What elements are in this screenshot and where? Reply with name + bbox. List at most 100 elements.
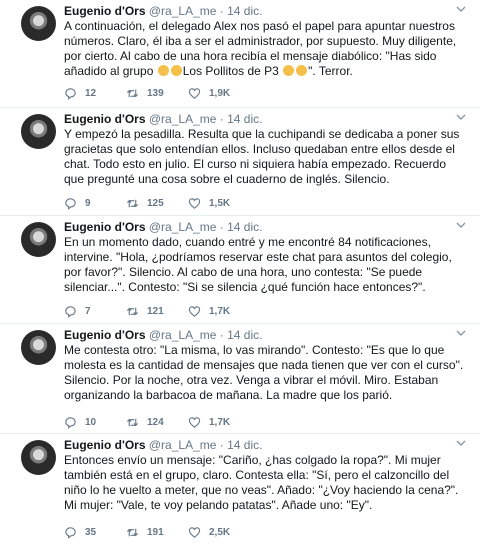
reply-icon — [65, 417, 76, 429]
heart-icon — [188, 306, 201, 317]
heart-icon — [188, 527, 201, 538]
tweet-date[interactable]: 14 dic. — [227, 328, 262, 342]
chevron-down-icon[interactable] — [456, 220, 466, 230]
like-count: 1,9K — [209, 88, 231, 99]
author-name[interactable]: Eugenio d'Ors — [64, 328, 146, 342]
retweet-icon — [126, 199, 139, 208]
tweet[interactable]: Eugenio d'Ors @ra_LA_me · 14 dic. A cont… — [0, 0, 480, 108]
retweet-icon — [126, 528, 139, 537]
like-count: 1,5K — [209, 198, 231, 209]
author-handle[interactable]: @ra_LA_me — [149, 328, 217, 342]
reply-button[interactable]: 7 — [64, 305, 126, 318]
chevron-down-icon[interactable] — [456, 112, 466, 122]
tweet-date[interactable]: 14 dic. — [227, 438, 262, 452]
tweet-text: En un momento dado, cuando entré y me en… — [64, 235, 452, 294]
tweet-header: Eugenio d'Ors @ra_LA_me · 14 dic. — [64, 328, 466, 342]
tweet-text-part: ". Terror. — [308, 64, 353, 78]
tweet-actions: 7 121 1,7K — [64, 305, 250, 318]
tweet-date[interactable]: 14 dic. — [227, 220, 262, 234]
baby-chick-emoji — [283, 65, 295, 76]
reply-icon — [65, 527, 76, 539]
tweet-actions: 10 124 1,7K — [64, 416, 250, 429]
chevron-down-icon[interactable] — [456, 438, 466, 448]
tweet[interactable]: Eugenio d'Ors @ra_LA_me · 14 dic. Me con… — [0, 324, 480, 434]
retweet-count: 124 — [147, 417, 164, 428]
retweet-count: 121 — [147, 306, 164, 317]
like-button[interactable]: 1,9K — [188, 87, 250, 100]
separator: · — [219, 220, 224, 234]
tweet-header: Eugenio d'Ors @ra_LA_me · 14 dic. — [64, 112, 466, 126]
tweet-text: Entonces envío un mensaje: "Cariño, ¿has… — [64, 453, 459, 512]
retweet-count: 191 — [147, 527, 164, 538]
avatar[interactable] — [21, 6, 56, 41]
reply-button[interactable]: 10 — [64, 416, 126, 429]
tweet-text-part: Los Pollitos de P3 — [182, 64, 283, 78]
baby-chick-emoji — [170, 65, 182, 76]
reply-count: 35 — [85, 527, 97, 538]
retweet-count: 125 — [147, 198, 164, 209]
heart-icon — [188, 198, 201, 209]
reply-count: 10 — [85, 417, 97, 428]
tweet-actions: 12 139 1,9K — [64, 87, 250, 100]
like-count: 1,7K — [209, 306, 231, 317]
tweet[interactable]: Eugenio d'Ors @ra_LA_me · 14 dic. En un … — [0, 216, 480, 324]
like-button[interactable]: 2,5K — [188, 526, 250, 539]
retweet-count: 139 — [147, 88, 164, 99]
author-handle[interactable]: @ra_LA_me — [149, 4, 217, 18]
like-button[interactable]: 1,5K — [188, 197, 250, 210]
reply-count: 9 — [85, 198, 91, 209]
like-count: 1,7K — [209, 417, 231, 428]
avatar[interactable] — [21, 440, 56, 475]
reply-count: 12 — [85, 88, 97, 99]
reply-button[interactable]: 12 — [64, 87, 126, 100]
retweet-icon — [126, 418, 139, 427]
author-handle[interactable]: @ra_LA_me — [149, 112, 217, 126]
tweet-text: Me contesta otro: "La misma, lo vas mira… — [64, 343, 464, 402]
author-name[interactable]: Eugenio d'Ors — [64, 220, 146, 234]
reply-count: 7 — [85, 306, 91, 317]
author-name[interactable]: Eugenio d'Ors — [64, 112, 146, 126]
tweet[interactable]: Eugenio d'Ors @ra_LA_me · 14 dic. Entonc… — [0, 434, 480, 544]
avatar[interactable] — [21, 222, 56, 257]
retweet-button[interactable]: 125 — [126, 197, 188, 210]
tweet-header: Eugenio d'Ors @ra_LA_me · 14 dic. — [64, 220, 466, 234]
tweet-header: Eugenio d'Ors @ra_LA_me · 14 dic. — [64, 4, 466, 18]
chevron-down-icon[interactable] — [456, 328, 466, 338]
retweet-button[interactable]: 191 — [126, 526, 188, 539]
tweet-date[interactable]: 14 dic. — [227, 4, 262, 18]
like-count: 2,5K — [209, 527, 231, 538]
tweet-text: A continuación, el delegado Alex nos pas… — [64, 19, 466, 79]
like-button[interactable]: 1,7K — [188, 305, 250, 318]
retweet-icon — [126, 89, 139, 98]
tweet-actions: 35 191 2,5K — [64, 526, 250, 539]
chevron-down-icon[interactable] — [456, 4, 466, 14]
reply-icon — [65, 198, 76, 210]
retweet-button[interactable]: 139 — [126, 87, 188, 100]
heart-icon — [188, 417, 201, 428]
tweet-text: Y empezó la pesadilla. Resulta que la cu… — [64, 127, 460, 186]
avatar[interactable] — [21, 114, 56, 149]
tweet-header: Eugenio d'Ors @ra_LA_me · 14 dic. — [64, 438, 466, 452]
separator: · — [219, 112, 224, 126]
author-handle[interactable]: @ra_LA_me — [149, 438, 217, 452]
reply-icon — [65, 306, 76, 318]
retweet-button[interactable]: 121 — [126, 305, 188, 318]
like-button[interactable]: 1,7K — [188, 416, 250, 429]
retweet-icon — [126, 307, 139, 316]
tweet[interactable]: Eugenio d'Ors @ra_LA_me · 14 dic. Y empe… — [0, 108, 480, 216]
tweet-thread: Eugenio d'Ors @ra_LA_me · 14 dic. A cont… — [0, 0, 480, 544]
reply-button[interactable]: 35 — [64, 526, 126, 539]
heart-icon — [188, 88, 201, 99]
author-name[interactable]: Eugenio d'Ors — [64, 438, 146, 452]
separator: · — [219, 328, 224, 342]
separator: · — [219, 438, 224, 452]
reply-button[interactable]: 9 — [64, 197, 126, 210]
avatar[interactable] — [21, 330, 56, 365]
baby-chick-emoji — [157, 65, 169, 76]
author-name[interactable]: Eugenio d'Ors — [64, 4, 146, 18]
tweet-date[interactable]: 14 dic. — [227, 112, 262, 126]
reply-icon — [65, 88, 76, 100]
retweet-button[interactable]: 124 — [126, 416, 188, 429]
author-handle[interactable]: @ra_LA_me — [149, 220, 217, 234]
tweet-actions: 9 125 1,5K — [64, 197, 250, 210]
